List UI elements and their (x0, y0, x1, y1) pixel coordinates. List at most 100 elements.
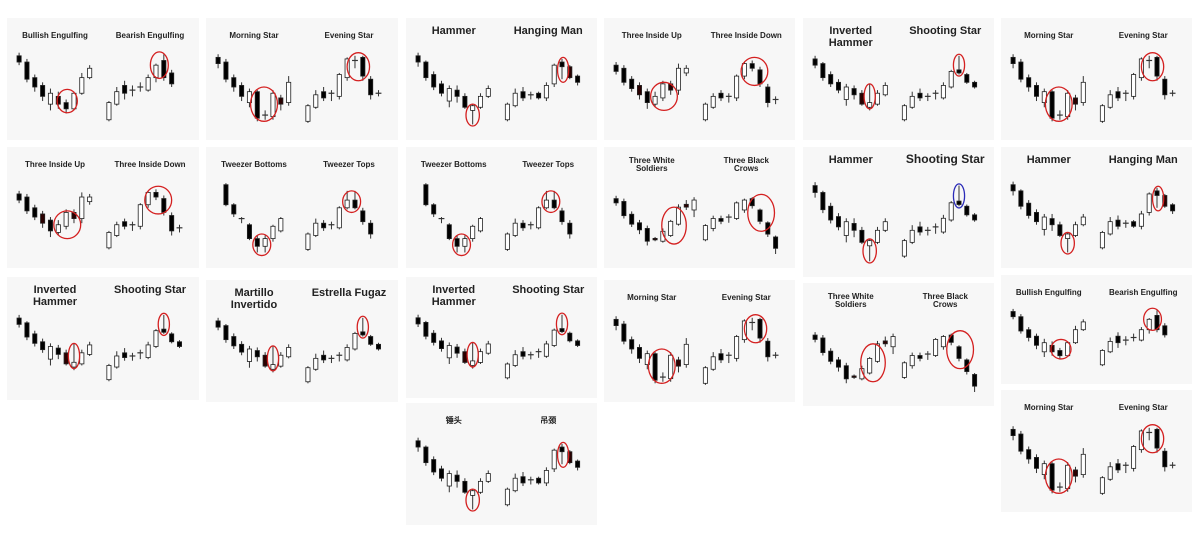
candlestick (851, 85, 857, 100)
bull-candle-body (512, 354, 518, 366)
candlestick (145, 74, 151, 92)
bear-candle-body (1115, 335, 1121, 344)
bear-candle-body (454, 474, 460, 482)
left-pattern-label: Bullish Engulfing (22, 31, 88, 40)
bull-candle-body (352, 333, 358, 350)
bull-candle-body (313, 94, 319, 108)
right-pattern-label: Three Black Crows (723, 156, 769, 174)
candlestick (636, 219, 642, 235)
candlestick (313, 353, 319, 371)
bear-candle-body (122, 85, 128, 94)
bull-candle-body (1080, 321, 1086, 331)
bull-candle-body (504, 363, 510, 379)
bear-candle-body (122, 221, 128, 227)
candlestick (1026, 446, 1032, 464)
bear-candle-body (1033, 212, 1039, 223)
bull-candle-body (909, 229, 915, 243)
bear-candle-body (215, 320, 221, 328)
pattern-panel: Three White Soldiers Three Black Crows (604, 147, 795, 268)
bear-engulf-chart (106, 51, 175, 122)
candlestick (851, 218, 857, 238)
bear-candle-body (55, 347, 61, 355)
candlestick (1041, 213, 1047, 236)
candlestick (828, 202, 834, 224)
candlestick (305, 104, 311, 123)
left-pattern-label: Three Inside Up (24, 160, 85, 169)
candlestick (1107, 337, 1113, 354)
right-pattern-label: Three Black Crows (922, 292, 968, 310)
candlestick (660, 80, 666, 102)
bull-candle-body (485, 343, 491, 354)
bull-candle-body (262, 238, 268, 247)
left-pattern-label: Bullish Engulfing (1015, 288, 1082, 297)
candlestick (917, 221, 923, 236)
candlestick (1041, 338, 1047, 357)
bear-candle-body (246, 224, 252, 239)
candlestick (559, 443, 565, 465)
candlestick (527, 351, 534, 360)
right-pattern-label: Shooting Star (113, 284, 187, 296)
bear-candle-body (956, 69, 962, 74)
bear-candle-body (1018, 316, 1024, 332)
bear-candle-body (1026, 329, 1032, 338)
bear-candle-body (462, 95, 468, 108)
candlestick (668, 219, 674, 237)
bull-candle-body (344, 199, 350, 209)
bull-candle-body (1072, 329, 1078, 344)
bull-candle-body (1080, 216, 1086, 226)
bull-candle-body (1099, 105, 1105, 122)
bull-candle-body (652, 95, 658, 105)
bull-candle-body (512, 477, 518, 492)
candlestick (169, 212, 175, 236)
bull-candle-body (87, 196, 93, 203)
bear-candle-body (169, 333, 175, 343)
bull-candle-body (940, 85, 946, 99)
candlestick (438, 465, 444, 482)
candlestick (613, 316, 619, 331)
candlestick (262, 110, 269, 120)
candlestick (87, 341, 93, 356)
right-pattern-label: Evening Star (721, 293, 771, 302)
candlestick (710, 93, 716, 109)
candlestick (477, 217, 483, 233)
candlestick (901, 361, 907, 379)
candlestick (843, 218, 849, 243)
candlestick (1057, 347, 1063, 360)
bear-candle-body (262, 354, 268, 367)
candlestick (629, 76, 635, 92)
candlestick (1122, 336, 1129, 346)
pattern-panel: Inverted Hammer Shooting Star (803, 18, 994, 140)
candlestick (1138, 210, 1144, 230)
candlestick (1010, 54, 1016, 69)
bull-candle-body (874, 229, 880, 243)
bear-candle-body (1072, 97, 1078, 105)
bear-candle-body (352, 199, 358, 209)
shooting-chart (106, 312, 182, 382)
bear-candle-body (972, 81, 978, 88)
bull-candle-body (114, 224, 120, 236)
candlestick (16, 314, 22, 328)
tw-top-chart (305, 190, 374, 251)
bear-candle-body (636, 222, 642, 231)
bear-candle-body (1162, 325, 1168, 336)
candlestick (551, 448, 557, 472)
bear-candle-body (882, 340, 888, 345)
bear-candle-body (575, 75, 581, 83)
bull-candle-body (741, 199, 747, 211)
bear-candle-body (851, 223, 857, 231)
bear-candle-body (1115, 463, 1121, 471)
bear-candle-body (629, 78, 635, 89)
candlestick (843, 83, 849, 106)
bear-candle-body (1026, 202, 1032, 216)
bear-candle-body (820, 337, 826, 353)
pattern-panel: Morning Star Evening Star (206, 18, 398, 140)
bull-candle-body (710, 218, 716, 229)
bull-candle-body (87, 344, 93, 355)
candlestick (710, 352, 716, 371)
bull-candle-body (543, 85, 549, 99)
candlestick (675, 356, 681, 373)
bear-candle-body (368, 336, 374, 345)
pattern-panel: Tweezer Bottoms Tweezer Tops (406, 147, 597, 268)
candlestick (932, 223, 939, 234)
bull-candle-body (551, 449, 557, 470)
